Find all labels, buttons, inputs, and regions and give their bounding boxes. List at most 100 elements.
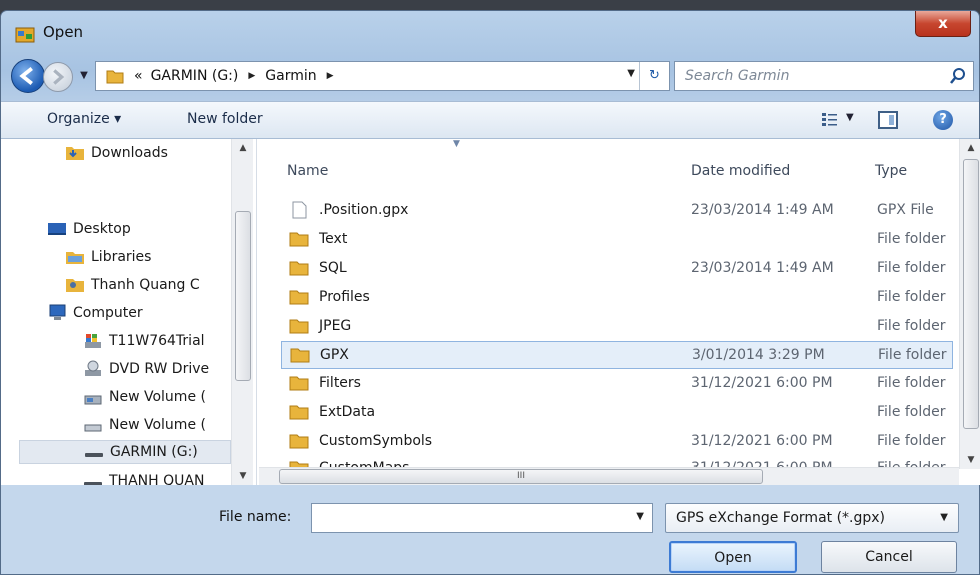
sort-indicator-icon: ▼	[453, 139, 460, 149]
sidebar-item-dvd[interactable]: DVD RW Drive	[83, 357, 209, 381]
back-button[interactable]	[11, 59, 45, 93]
new-folder-button[interactable]: New folder	[187, 111, 263, 127]
forward-button[interactable]	[43, 62, 73, 92]
navigation-bar: ▼ « GARMIN (G:) ▶ Garmin ▶ ▼ ↻ Search Ga…	[1, 57, 979, 97]
file-name: SQL	[319, 260, 347, 276]
sidebar-item-computer[interactable]: Computer	[47, 301, 143, 325]
file-row[interactable]: Text File folder	[281, 226, 953, 254]
open-dialog: Open x ▼ « GARMIN (G:) ▶ Garmin ▶ ▼ ↻ Se…	[0, 10, 980, 575]
view-options-icon[interactable]	[821, 112, 839, 128]
chevron-right-icon[interactable]: ▶	[321, 71, 340, 81]
sidebar-item-thanh-quang[interactable]: THANH QUAN	[83, 469, 204, 485]
cancel-button[interactable]: Cancel	[821, 541, 957, 573]
dialog-title: Open	[43, 23, 84, 41]
sidebar-item-desktop[interactable]: Desktop	[47, 217, 131, 241]
file-name-input[interactable]: ▼	[311, 503, 653, 533]
sidebar-item-libraries[interactable]: Libraries	[65, 245, 151, 269]
removable-drive-icon	[84, 482, 102, 485]
file-row[interactable]: Filters 31/12/2021 6:00 PM File folder	[281, 370, 953, 398]
file-type: File folder	[877, 231, 946, 247]
breadcrumb-garmin-drive[interactable]: GARMIN (G:)	[147, 68, 243, 84]
folder-icon	[289, 376, 309, 391]
sidebar-item-label: T11W764Trial	[109, 333, 205, 349]
breadcrumb-overflow[interactable]: «	[130, 68, 147, 84]
view-dropdown[interactable]: ▼	[846, 112, 854, 123]
libraries-icon	[66, 252, 84, 264]
file-type-select[interactable]: GPS eXchange Format (*.gpx) ▼	[665, 503, 959, 533]
file-row[interactable]: SQL 23/03/2014 1:49 AM File folder	[281, 255, 953, 283]
sidebar-item-garmin[interactable]: GARMIN (G:)	[19, 440, 231, 464]
file-list-horizontal-scrollbar[interactable]: III	[259, 467, 959, 485]
file-row[interactable]: CustomSymbols 31/12/2021 6:00 PM File fo…	[281, 428, 953, 456]
file-date: 31/12/2021 6:00 PM	[691, 375, 833, 391]
recent-locations-dropdown[interactable]: ▼	[77, 67, 91, 85]
sidebar-scrollbar[interactable]: ▲ ▼	[231, 139, 253, 485]
sidebar-scroll-thumb[interactable]	[235, 211, 251, 381]
search-input[interactable]: Search Garmin	[685, 68, 789, 84]
scroll-up-icon[interactable]: ▲	[960, 139, 980, 157]
file-type: File folder	[877, 318, 946, 334]
scroll-down-icon[interactable]: ▼	[960, 451, 980, 469]
file-type-value: GPS eXchange Format (*.gpx)	[676, 510, 886, 526]
sidebar-item-local-disk[interactable]: T11W764Trial	[83, 329, 205, 353]
content-area: Downloads Desktop Libraries Thanh Quang …	[1, 139, 980, 485]
drive-icon	[84, 395, 102, 405]
breadcrumb-garmin-folder[interactable]: Garmin	[261, 68, 320, 84]
title-bar[interactable]: Open x	[1, 11, 979, 55]
sidebar-item-volume-1[interactable]: New Volume (	[83, 385, 206, 409]
horizontal-scroll-thumb[interactable]: III	[279, 469, 763, 484]
sidebar-item-label: Downloads	[91, 145, 168, 161]
column-header-name[interactable]: Name	[287, 139, 328, 187]
open-button[interactable]: Open	[669, 541, 797, 573]
sidebar-item-label: Computer	[73, 305, 143, 321]
dialog-footer: File name: ▼ GPS eXchange Format (*.gpx)…	[1, 485, 979, 575]
search-box[interactable]: Search Garmin	[674, 61, 974, 91]
close-button[interactable]: x	[915, 11, 971, 37]
chevron-right-icon[interactable]: ▶	[242, 71, 261, 81]
chevron-down-icon[interactable]: ▼	[940, 512, 948, 523]
sidebar-item-label: THANH QUAN	[109, 473, 205, 485]
folder-icon	[289, 232, 309, 247]
arrow-left-icon	[19, 67, 33, 85]
chevron-down-icon[interactable]: ▼	[636, 511, 644, 522]
organize-button[interactable]: Organize ▾	[47, 111, 121, 127]
desktop-icon	[48, 223, 66, 235]
sidebar-item-volume-2[interactable]: New Volume (	[83, 413, 206, 437]
file-row[interactable]: ExtData File folder	[281, 399, 953, 427]
folder-icon	[106, 70, 124, 84]
drive-icon	[84, 424, 102, 432]
search-icon[interactable]	[949, 67, 967, 85]
removable-drive-icon	[85, 453, 103, 457]
sidebar-item-downloads[interactable]: Downloads	[65, 141, 168, 165]
file-name: Profiles	[319, 289, 370, 305]
help-icon[interactable]: ?	[933, 110, 953, 130]
computer-icon	[49, 304, 66, 320]
file-row[interactable]: Profiles File folder	[281, 284, 953, 312]
file-name: Text	[319, 231, 348, 247]
file-type: File folder	[877, 289, 946, 305]
preview-pane-icon[interactable]	[878, 111, 898, 129]
column-header-type[interactable]: Type	[875, 139, 907, 187]
folder-icon	[289, 261, 309, 276]
vertical-scroll-thumb[interactable]	[963, 159, 979, 429]
sidebar-item-label: New Volume (	[109, 389, 206, 405]
refresh-button[interactable]: ↻	[639, 62, 669, 90]
dialog-app-icon	[15, 27, 35, 43]
file-row[interactable]: .Position.gpx 23/03/2014 1:49 AM GPX Fil…	[281, 197, 953, 225]
sidebar-item-label: GARMIN (G:)	[110, 444, 198, 460]
arrow-right-icon	[53, 69, 65, 85]
sidebar-item-user[interactable]: Thanh Quang C	[65, 273, 200, 297]
column-header-date[interactable]: Date modified	[691, 139, 790, 187]
file-row[interactable]: JPEG File folder	[281, 313, 953, 341]
file-type: File folder	[877, 260, 946, 276]
scroll-down-icon[interactable]: ▼	[232, 467, 254, 485]
address-dropdown[interactable]: ▼	[627, 68, 635, 79]
file-date: 31/12/2021 6:00 PM	[691, 433, 833, 449]
file-list-vertical-scrollbar[interactable]: ▲ ▼	[959, 139, 980, 469]
sidebar-item-label: Thanh Quang C	[91, 277, 200, 293]
scroll-up-icon[interactable]: ▲	[232, 139, 254, 157]
file-row-selected[interactable]: GPX 3/01/2014 3:29 PM File folder	[281, 341, 953, 369]
file-name: CustomSymbols	[319, 433, 433, 449]
address-bar[interactable]: « GARMIN (G:) ▶ Garmin ▶ ▼ ↻	[95, 61, 670, 91]
file-type: File folder	[878, 347, 947, 363]
